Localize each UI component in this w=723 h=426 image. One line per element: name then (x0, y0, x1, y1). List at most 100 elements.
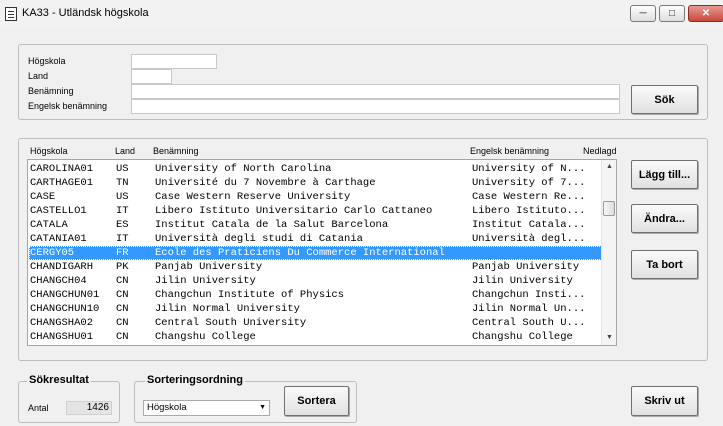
cell-engelsk: Università degl... (472, 233, 586, 245)
cell-hogskola: CATANIA01 (30, 233, 87, 245)
table-row[interactable]: CASTELLO1 IT Libero Istituto Universitario… (29, 204, 602, 218)
cell-engelsk: Jilin Normal Un... (472, 303, 586, 315)
col-header-hogskola[interactable]: Högskola (30, 146, 68, 156)
cell-hogskola: CHANDIGARH (30, 261, 94, 273)
cell-engelsk: Libero Istituto... (472, 205, 586, 217)
cell-land: CN (116, 331, 129, 343)
cell-benamning: University of North Carolina (155, 163, 332, 175)
vertical-scrollbar[interactable]: ▲ ▼ (601, 160, 616, 345)
engelsk-label: Engelsk benämning (28, 101, 108, 111)
maximize-button[interactable]: □ (659, 5, 685, 22)
table-row[interactable]: CAROLINA01 US University of North Carolina… (29, 162, 602, 176)
sort-select-value: Högskola (147, 402, 187, 413)
table-row[interactable]: CHANGSHU01 CN Changshu College Changshu Col… (29, 330, 602, 344)
edit-button[interactable]: Ändra... (631, 204, 698, 233)
cell-land: ES (116, 219, 129, 231)
cell-engelsk: Changshu College (472, 331, 573, 343)
col-header-nedlagd[interactable]: Nedlagd (583, 146, 617, 156)
cell-land: CN (116, 303, 129, 315)
cell-benamning: Panjab University (155, 261, 263, 273)
scroll-down-icon[interactable]: ▼ (602, 331, 616, 345)
university-list[interactable]: CAROLINA01 US University of North Carolina… (27, 159, 617, 346)
cell-land: IT (116, 233, 129, 245)
table-row[interactable]: CHANDIGARH PK Panjab University Panjab Univ… (29, 260, 602, 274)
title-bar: KA33 - Utländsk högskola ─ □ ✕ (0, 0, 723, 28)
table-row[interactable]: CATALA ES Institut Catala de la Salut Barc… (29, 218, 602, 232)
land-input[interactable] (131, 69, 172, 84)
engelsk-input[interactable] (131, 99, 620, 114)
cell-land: US (116, 191, 129, 203)
sort-button[interactable]: Sortera (284, 386, 349, 416)
cell-benamning: Jilin University (155, 275, 256, 287)
sort-select[interactable]: Högskola ▼ (143, 400, 270, 416)
land-label: Land (28, 71, 49, 81)
cell-engelsk: University of 7... (472, 177, 586, 189)
result-count: 1426 (66, 401, 112, 415)
app-document-icon (5, 7, 17, 21)
delete-button[interactable]: Ta bort (631, 250, 698, 279)
sort-title: Sorteringsordning (145, 374, 245, 386)
cell-land: TN (116, 177, 129, 189)
col-header-benamning[interactable]: Benämning (153, 146, 199, 156)
cell-hogskola: CERGY05 (30, 247, 75, 259)
cell-benamning: Università degli studi di Catania (155, 233, 363, 245)
table-row[interactable]: CERGY05 FR Ecole des Praticiens Du Commerc… (29, 246, 602, 260)
benamning-label: Benämning (28, 86, 74, 96)
window-title: KA33 - Utländsk högskola (22, 7, 149, 19)
cell-hogskola: CHANGCHUN01 (30, 289, 100, 301)
cell-benamning: Central South University (155, 317, 307, 329)
minimize-button[interactable]: ─ (630, 5, 656, 22)
cell-engelsk: Case Western Re... (472, 191, 586, 203)
cell-hogskola: CASE (30, 191, 56, 203)
table-row[interactable]: CASE US Case Western Reserve University Cas… (29, 190, 602, 204)
scroll-up-icon[interactable]: ▲ (602, 160, 616, 174)
cell-benamning: Jilin Normal University (155, 303, 300, 315)
table-row[interactable]: CHANGCHUN01 CN Changchun Institute of Phys… (29, 288, 602, 302)
cell-land: FR (116, 247, 129, 259)
table-row[interactable]: CHANGCHUN10 CN Jilin Normal University Jili… (29, 302, 602, 316)
close-icon: ✕ (701, 8, 711, 19)
cell-hogskola: CAROLINA01 (30, 163, 94, 175)
scroll-thumb[interactable] (603, 201, 615, 216)
cell-benamning: Université du 7 Novembre à Carthage (155, 177, 376, 189)
cell-hogskola: CHANGCH04 (30, 275, 87, 287)
cell-engelsk: Central South U... (472, 317, 586, 329)
search-button[interactable]: Sök (631, 85, 698, 114)
cell-benamning: Institut Catala de la Salut Barcelona (155, 219, 389, 231)
count-label: Antal (28, 403, 49, 413)
cell-engelsk: Panjab University (472, 261, 580, 273)
minimize-icon: ─ (639, 8, 647, 19)
cell-benamning: Changchun Institute of Physics (155, 289, 345, 301)
print-button[interactable]: Skriv ut (631, 386, 698, 416)
cell-land: IT (116, 205, 129, 217)
table-row[interactable]: CHANGCH04 CN Jilin University Jilin Univers… (29, 274, 602, 288)
cell-hogskola: CASTELLO1 (30, 205, 87, 217)
table-row[interactable]: CATANIA01 IT Università degli studi di Cat… (29, 232, 602, 246)
col-header-engelsk[interactable]: Engelsk benämning (470, 146, 549, 156)
cell-engelsk: Institut Catala... (472, 219, 586, 231)
close-button[interactable]: ✕ (688, 5, 723, 22)
cell-land: US (116, 163, 129, 175)
cell-benamning: Changshu College (155, 331, 256, 343)
cell-hogskola: CHANGCHUN10 (30, 303, 100, 315)
add-button[interactable]: Lägg till... (631, 160, 698, 189)
cell-land: PK (116, 261, 129, 273)
cell-engelsk: Changchun Insti... (472, 289, 586, 301)
cell-benamning: Libero Istituto Universitario Carlo Catt… (155, 205, 433, 217)
cell-hogskola: CATALA (30, 219, 68, 231)
col-header-land[interactable]: Land (115, 146, 135, 156)
table-row[interactable]: CHANGSHA02 CN Central South University Cent… (29, 316, 602, 330)
hogskola-label: Högskola (28, 56, 66, 66)
cell-benamning: Case Western Reserve University (155, 191, 351, 203)
chevron-down-icon: ▼ (259, 404, 266, 411)
cell-benamning: Ecole des Praticiens Du Commerce Interna… (155, 247, 445, 259)
result-title: Sökresultat (27, 374, 91, 386)
cell-land: CN (116, 317, 129, 329)
cell-hogskola: CARTHAGE01 (30, 177, 94, 189)
cell-land: CN (116, 289, 129, 301)
benamning-input[interactable] (131, 84, 620, 99)
cell-engelsk: Jilin University (472, 275, 573, 287)
cell-land: CN (116, 275, 129, 287)
table-row[interactable]: CARTHAGE01 TN Université du 7 Novembre à C… (29, 176, 602, 190)
hogskola-input[interactable] (131, 54, 217, 69)
